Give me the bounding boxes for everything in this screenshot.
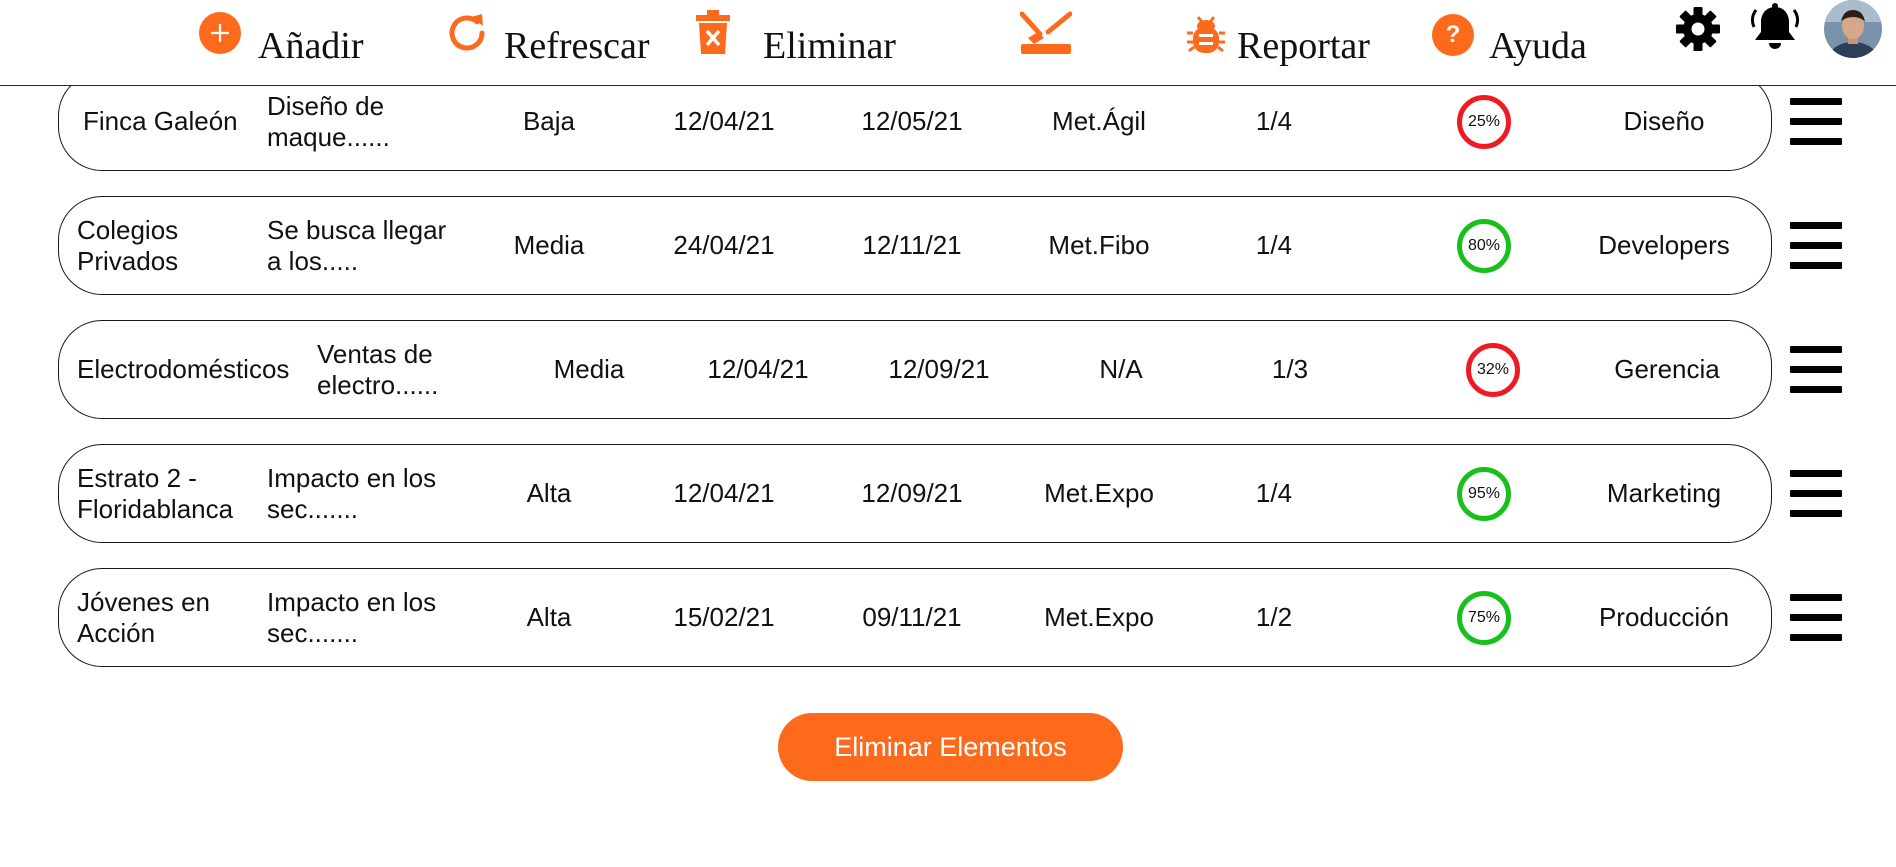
bug-icon [1185, 11, 1227, 60]
project-description: Impacto en los sec....... [267, 462, 437, 524]
delete-button[interactable]: Eliminar [695, 0, 896, 70]
delete-items-button[interactable]: Eliminar Elementos [778, 713, 1123, 781]
progress-percent: 95% [1467, 484, 1501, 502]
project-methodology: Met.Expo [1044, 602, 1154, 632]
project-area: Developers [1598, 230, 1730, 260]
project-end-date: 12/09/21 [888, 354, 990, 384]
project-start-date: 12/04/21 [673, 478, 775, 508]
refresh-icon [444, 9, 492, 62]
project-priority: Media [513, 230, 585, 260]
row-menu-icon[interactable] [1790, 222, 1842, 270]
help-label: Ayuda [1489, 25, 1587, 67]
project-description: Ventas de electro...... [317, 338, 439, 400]
project-start-date: 15/02/21 [673, 602, 775, 632]
row-menu-icon[interactable] [1790, 594, 1842, 642]
project-priority: Alta [526, 478, 572, 508]
top-toolbar: Añadir Refrescar Eliminar Reportar ? Ayu… [0, 0, 1896, 86]
project-end-date: 12/05/21 [861, 106, 963, 136]
project-priority: Baja [522, 106, 576, 136]
row-menu-icon[interactable] [1790, 346, 1842, 394]
project-phase: 1/4 [1255, 230, 1293, 260]
plus-circle-icon [198, 11, 242, 60]
progress-ring: 80% [1456, 218, 1512, 274]
project-start-date: 24/04/21 [673, 230, 775, 260]
trash-icon [695, 9, 731, 61]
project-area: Diseño [1623, 106, 1705, 136]
project-row[interactable]: Electrodomésticos Ventas de electro.....… [58, 320, 1772, 419]
row-menu-icon[interactable] [1790, 470, 1842, 518]
project-description: Se busca llegar a los..... [267, 214, 447, 276]
project-description: Diseño de maque...... [267, 90, 390, 152]
project-row[interactable]: Colegios Privados Se busca llegar a los.… [58, 196, 1772, 295]
progress-ring: 32% [1465, 342, 1521, 398]
project-name: Colegios Privados [77, 214, 179, 276]
project-end-date: 12/09/21 [861, 478, 963, 508]
user-avatar[interactable] [1824, 0, 1882, 63]
project-methodology: N/A [1099, 354, 1143, 384]
project-priority: Media [553, 354, 625, 384]
project-methodology: Met.Expo [1044, 478, 1154, 508]
row-menu-icon[interactable] [1790, 98, 1842, 146]
project-end-date: 12/11/21 [862, 230, 962, 260]
project-priority: Alta [526, 602, 572, 632]
project-description: Impacto en los sec....... [267, 586, 437, 648]
progress-percent: 80% [1467, 236, 1501, 254]
project-methodology: Met.Ágil [1052, 106, 1146, 136]
add-button[interactable]: Añadir [198, 0, 364, 70]
report-label: Reportar [1237, 25, 1370, 67]
project-phase: 1/3 [1271, 354, 1309, 384]
project-phase: 1/2 [1255, 602, 1293, 632]
progress-percent: 32% [1476, 360, 1510, 378]
project-methodology: Met.Fibo [1048, 230, 1150, 260]
project-row[interactable]: Estrato 2 - Floridablanca Impacto en los… [58, 444, 1772, 543]
progress-ring: 75% [1456, 590, 1512, 646]
tools-icon [1019, 10, 1073, 61]
progress-ring: 95% [1456, 466, 1512, 522]
progress-ring: 25% [1456, 94, 1512, 150]
refresh-button[interactable]: Refrescar [444, 0, 650, 70]
project-area: Marketing [1606, 478, 1722, 508]
project-name: Finca Galeón [83, 106, 238, 136]
project-start-date: 12/04/21 [673, 106, 775, 136]
project-phase: 1/4 [1255, 478, 1293, 508]
bell-icon[interactable] [1750, 2, 1800, 59]
project-start-date: 12/04/21 [707, 354, 809, 384]
refresh-label: Refrescar [504, 25, 650, 67]
project-area: Gerencia [1614, 354, 1720, 384]
delete-label: Eliminar [763, 25, 896, 67]
help-button[interactable]: ? Ayuda [1431, 0, 1587, 70]
project-end-date: 09/11/21 [862, 602, 962, 632]
project-name: Electrodomésticos [77, 354, 290, 384]
gear-icon[interactable] [1675, 6, 1721, 57]
add-label: Añadir [258, 25, 364, 67]
progress-percent: 25% [1467, 112, 1501, 130]
tools-button[interactable] [1019, 0, 1073, 70]
report-button[interactable]: Reportar [1185, 0, 1370, 70]
project-name: Jóvenes en Acción [77, 586, 210, 648]
help-icon: ? [1431, 13, 1475, 57]
project-area: Producción [1598, 602, 1730, 632]
project-row[interactable]: Jóvenes en Acción Impacto en los sec....… [58, 568, 1772, 667]
project-phase: 1/4 [1255, 106, 1293, 136]
project-row[interactable]: Finca Galeón Diseño de maque...... Baja … [58, 72, 1772, 171]
progress-percent: 75% [1467, 608, 1501, 626]
project-name: Estrato 2 - Floridablanca [77, 462, 234, 524]
